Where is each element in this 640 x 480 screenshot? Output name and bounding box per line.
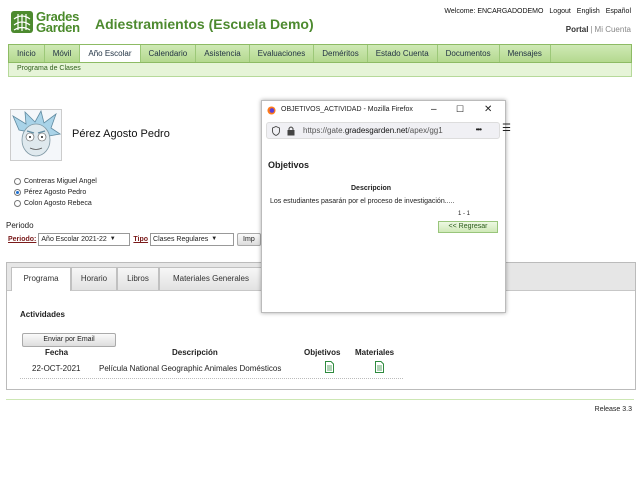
student-option-colon[interactable]: Colon Agosto Rebeca xyxy=(14,200,92,207)
tab-materiales-generales[interactable]: Materiales Generales xyxy=(159,267,263,290)
student-option-label: Contreras Miguel Angel xyxy=(24,178,97,185)
tab-horario[interactable]: Horario xyxy=(71,267,117,290)
nav-tab-mensajes[interactable]: Mensajes xyxy=(500,45,551,62)
student-option-label: Colon Agosto Rebeca xyxy=(24,200,92,207)
objetivos-document-icon[interactable] xyxy=(325,361,334,373)
sub-nav: Programa de Clases xyxy=(8,63,632,77)
url-prefix: https://gate. xyxy=(303,126,345,135)
col-materiales: Materiales xyxy=(355,348,395,357)
student-option-perez[interactable]: Pérez Agosto Pedro xyxy=(14,189,86,196)
cell-fecha: 22-OCT-2021 xyxy=(32,364,81,373)
url-domain: gradesgarden.net xyxy=(344,126,408,135)
activities-title: Actividades xyxy=(20,310,65,319)
popup-column-header: Descripcion xyxy=(351,185,392,192)
periodo-heading: Periodo xyxy=(6,221,34,230)
email-button[interactable]: Enviar por Email xyxy=(22,333,116,347)
maximize-icon[interactable]: ☐ xyxy=(456,104,464,115)
nav-tab-estado-cuenta[interactable]: Estado Cuenta xyxy=(368,45,438,62)
portal-links: Portal | Mi Cuenta xyxy=(566,25,631,34)
chevron-down-icon: ▼ xyxy=(109,236,116,242)
nav-tab-demeritos[interactable]: Deméritos xyxy=(314,45,368,62)
objetivos-popup-window: OBJETIVOS_ACTIVIDAD - Mozilla Firefox – … xyxy=(261,100,511,313)
radio-button[interactable] xyxy=(14,178,21,185)
imprimir-button[interactable]: Imp xyxy=(237,233,261,246)
popup-objective-text: Los estudiantes pasarán por el proceso d… xyxy=(270,198,455,205)
hamburger-menu-icon[interactable]: ☰ xyxy=(502,123,511,134)
nav-tab-calendario[interactable]: Calendario xyxy=(141,45,197,62)
more-dots-icon[interactable]: ••• xyxy=(476,125,482,134)
student-option-label: Pérez Agosto Pedro xyxy=(24,189,87,196)
student-name: Pérez Agosto Pedro xyxy=(72,128,170,140)
footer-divider xyxy=(6,399,634,400)
logout-link[interactable]: Logout xyxy=(549,8,570,15)
tab-libros[interactable]: Libros xyxy=(117,267,159,290)
top-links: Welcome: ENCARGADODEMO Logout English Es… xyxy=(440,8,631,15)
main-nav: Inicio Móvil Año Escolar Calendario Asis… xyxy=(8,44,632,63)
tipo-label: Tipo xyxy=(133,236,149,243)
row-divider xyxy=(20,378,403,379)
separator: | xyxy=(590,25,593,34)
nav-tab-inicio[interactable]: Inicio xyxy=(9,45,45,62)
minimize-icon[interactable]: – xyxy=(431,104,437,115)
shield-icon xyxy=(272,126,280,136)
nav-tab-evaluaciones[interactable]: Evaluaciones xyxy=(250,45,315,62)
mi-cuenta-link[interactable]: Mi Cuenta xyxy=(595,25,631,34)
subnav-programa-de-clases[interactable]: Programa de Clases xyxy=(17,65,81,72)
close-icon[interactable]: ✕ xyxy=(484,104,492,115)
lock-icon xyxy=(287,126,295,136)
periodo-select[interactable]: Año Escolar 2021-22 ▼ xyxy=(38,233,131,246)
espanol-link[interactable]: Español xyxy=(606,8,631,15)
avatar-face-icon xyxy=(12,109,62,157)
tipo-select-value: Clases Regulares xyxy=(153,236,209,243)
chevron-down-icon: ▼ xyxy=(211,236,218,242)
welcome-text: Welcome: ENCARGADODEMO xyxy=(444,8,544,15)
url-suffix: /apex/gg1 xyxy=(407,126,443,135)
url-bar[interactable]: https://gate.gradesgarden.net/apex/gg1 •… xyxy=(266,122,511,139)
nav-tab-ano-escolar[interactable]: Año Escolar xyxy=(80,45,141,62)
logo-grid-icon xyxy=(11,11,33,33)
nav-tab-asistencia[interactable]: Asistencia xyxy=(196,45,250,62)
periodo-select-value: Año Escolar 2021-22 xyxy=(41,236,107,243)
release-text: Release 3.3 xyxy=(594,406,632,413)
english-link[interactable]: English xyxy=(577,8,600,15)
col-objetivos: Objetivos xyxy=(304,348,341,357)
materiales-document-icon[interactable] xyxy=(375,361,384,373)
popup-pagination: 1 - 1 xyxy=(458,211,471,217)
logo-word-garden: Garden xyxy=(36,20,80,35)
popup-titlebar: OBJETIVOS_ACTIVIDAD - Mozilla Firefox – … xyxy=(262,101,505,120)
url-text: https://gate.gradesgarden.net/apex/gg1 xyxy=(303,126,463,135)
app-title: Adiestramientos (Escuela Demo) xyxy=(95,16,314,32)
nav-tab-documentos[interactable]: Documentos xyxy=(438,45,500,62)
periodo-label: Periodo: xyxy=(8,236,37,243)
firefox-icon xyxy=(267,106,276,115)
radio-button-selected[interactable] xyxy=(14,189,21,196)
popup-heading: Objetivos xyxy=(268,160,310,170)
student-avatar xyxy=(10,109,62,161)
popup-title: OBJETIVOS_ACTIVIDAD - Mozilla Firefox xyxy=(281,106,413,113)
regresar-button[interactable]: << Regresar xyxy=(438,221,498,233)
col-fecha: Fecha xyxy=(45,348,69,357)
periodo-row: Periodo: Año Escolar 2021-22 ▼ Tipo Clase… xyxy=(8,233,261,246)
tab-programa[interactable]: Programa xyxy=(11,267,71,291)
grades-garden-logo[interactable]: Grades Garden xyxy=(11,10,101,35)
nav-tab-movil[interactable]: Móvil xyxy=(45,45,81,62)
tipo-select[interactable]: Clases Regulares ▼ xyxy=(150,233,235,246)
portal-link[interactable]: Portal xyxy=(566,25,589,34)
cell-descripcion: Película National Geographic Animales Do… xyxy=(99,364,282,373)
student-option-contreras[interactable]: Contreras Miguel Angel xyxy=(14,178,97,185)
radio-button[interactable] xyxy=(14,200,21,207)
col-descripcion: Descripción xyxy=(172,348,218,357)
